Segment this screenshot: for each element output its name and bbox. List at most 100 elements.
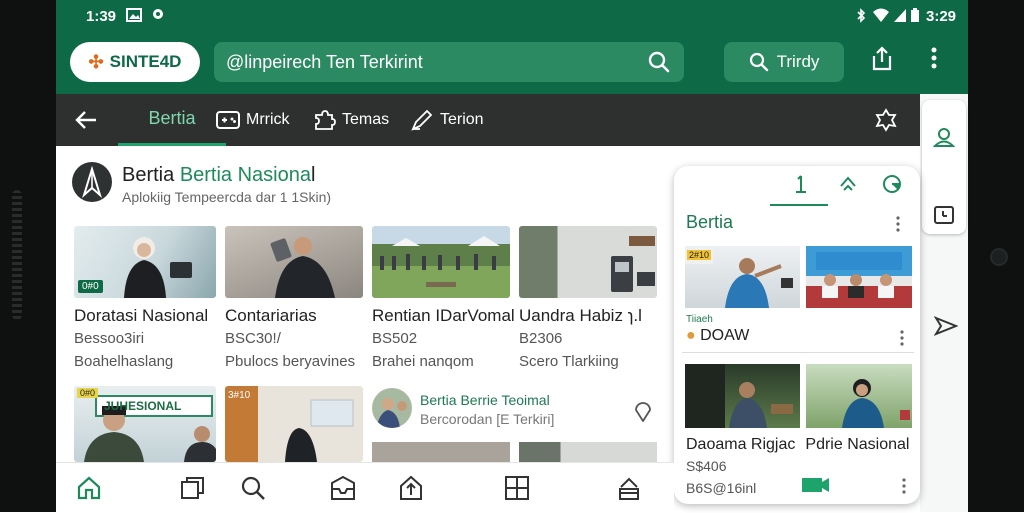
panel-item-title[interactable]: ● DOAW xyxy=(686,327,749,345)
panel-item-title[interactable]: Daoama Rigjac Pdrie Nasional xyxy=(686,436,909,454)
tab-label: Mrrick xyxy=(246,111,290,128)
more-vert-icon[interactable] xyxy=(900,330,904,346)
feed-subtitle: Aplokiig Tempeercda dar 1 1Skin) xyxy=(122,189,332,205)
panel-pointer xyxy=(872,150,888,166)
news-meta: Boahelhaslang xyxy=(74,353,174,370)
send-icon[interactable] xyxy=(934,316,958,336)
logo-mark-icon: ✣ xyxy=(88,51,104,72)
status-clock: 3:29 xyxy=(926,8,957,25)
news-badge: 0#0 xyxy=(77,388,99,398)
library-icon[interactable] xyxy=(180,475,206,501)
home-icon[interactable] xyxy=(76,475,102,501)
feed-title: Bertia Bertia Nasional xyxy=(122,164,316,186)
search-input[interactable]: @linpeirech Ten Terkirint xyxy=(214,42,684,82)
battery-icon xyxy=(910,8,920,23)
news-thumbnail[interactable]: 0#0 JUHESIONAL xyxy=(74,386,216,462)
logo-text: SINTE4D xyxy=(109,52,182,71)
news-meta: Pbulocs beryavines xyxy=(225,353,356,370)
news-title[interactable]: Doratasi Nasional xyxy=(74,306,208,326)
news-thumbnail[interactable]: 3#10 xyxy=(225,386,363,462)
gallery-icon xyxy=(126,8,142,22)
tab-label: Temas xyxy=(342,111,390,128)
tab-temas[interactable]: Temas xyxy=(312,94,389,146)
right-rail-card xyxy=(922,100,966,234)
panel-title: Bertia xyxy=(686,212,734,232)
panel-thumbnail[interactable] xyxy=(685,364,800,428)
store-icon[interactable] xyxy=(616,475,642,501)
tab-label: Bertia xyxy=(148,108,196,128)
bookmark-icon[interactable] xyxy=(634,400,652,422)
settings-puzzle-icon[interactable] xyxy=(874,108,898,132)
wifi-icon xyxy=(872,8,890,23)
app-bar: ✣ SINTE4D @linpeirech Ten Terkirint Trir… xyxy=(56,32,968,94)
status-time: 1:39 xyxy=(86,8,117,25)
download-icon[interactable] xyxy=(794,174,808,194)
tab-bertia[interactable]: Bertia xyxy=(118,94,226,146)
profile-icon[interactable] xyxy=(933,126,955,148)
back-arrow-icon[interactable] xyxy=(74,108,98,132)
tab-terion[interactable]: Terion xyxy=(410,94,484,146)
app-logo[interactable]: ✣ SINTE4D xyxy=(70,42,200,82)
bluetooth-icon xyxy=(856,8,866,23)
puzzle-icon xyxy=(312,109,336,131)
panel-thumbnail[interactable] xyxy=(806,364,912,428)
panel-badge: 2#10 xyxy=(687,250,712,260)
panel-thumbnail[interactable]: 2#10 xyxy=(685,246,800,308)
device-bezel-left xyxy=(0,0,56,512)
news-thumbnail[interactable] xyxy=(225,226,363,298)
device-speaker xyxy=(12,190,22,320)
panel-thumbnail[interactable] xyxy=(806,246,912,308)
location-icon xyxy=(152,8,164,22)
news-thumbnail[interactable] xyxy=(519,226,657,298)
globe-icon[interactable] xyxy=(882,174,902,194)
panel-divider xyxy=(682,352,914,353)
news-meta: B2306 xyxy=(519,330,563,347)
inline-item-subtitle: Bercorodan [E Terkiri] xyxy=(420,411,555,427)
news-title[interactable]: Uandra Habiz ɿ.l xyxy=(519,306,642,326)
more-vert-icon[interactable] xyxy=(902,478,906,494)
panel-item-tag: Tiiaeh xyxy=(686,314,713,325)
tab-bar: Bertia Mrrick Temas Terion xyxy=(56,94,920,146)
news-meta: BS502 xyxy=(372,330,418,347)
inline-item-avatar[interactable] xyxy=(372,388,412,428)
video-icon[interactable] xyxy=(802,476,830,494)
news-meta: Bessoo3iri xyxy=(74,330,145,347)
panel-item-meta: S$406 xyxy=(686,458,727,474)
news-thumbnail[interactable] xyxy=(372,442,510,464)
pen-icon xyxy=(410,109,434,131)
channel-avatar[interactable] xyxy=(72,162,112,202)
tab-label: Terion xyxy=(440,111,484,128)
inbox-icon[interactable] xyxy=(330,475,356,501)
device-camera xyxy=(990,248,1008,266)
share-icon[interactable] xyxy=(870,46,894,72)
panel-tab-indicator xyxy=(770,204,828,206)
news-meta: Scero Tlarkiing xyxy=(519,353,619,370)
news-banner-text: JUHESIONAL xyxy=(104,399,182,413)
fire-icon: ● xyxy=(686,327,696,344)
signal-icon xyxy=(893,8,907,23)
overlay-panel: Bertia 2#10 Tiiaeh ● DOAW Daoama Rigjac P… xyxy=(674,166,920,504)
news-badge: 0#0 xyxy=(78,280,103,293)
news-thumbnail[interactable] xyxy=(372,226,510,298)
inline-item-title[interactable]: Bertia Berrie Teoimal xyxy=(420,392,550,408)
refresh-icon[interactable] xyxy=(838,174,858,194)
gamepad-icon xyxy=(216,110,240,130)
grid-icon[interactable] xyxy=(504,475,530,501)
tab-mrrick[interactable]: Mrrick xyxy=(216,94,290,146)
bottom-nav xyxy=(56,462,674,513)
news-meta: BSC30!/ xyxy=(225,330,281,347)
more-vert-icon[interactable] xyxy=(896,216,900,232)
news-thumbnail[interactable] xyxy=(519,442,657,464)
panel-item-meta: B6S@16inl xyxy=(686,480,757,496)
news-thumbnail[interactable]: 0#0 xyxy=(74,226,216,298)
search-icon xyxy=(749,52,769,72)
search-icon[interactable] xyxy=(648,51,670,73)
trending-label: Trirdy xyxy=(776,52,820,71)
news-title[interactable]: Contariarias xyxy=(225,306,317,326)
upload-icon[interactable] xyxy=(398,475,424,501)
trending-button[interactable]: Trirdy xyxy=(724,42,844,82)
news-title[interactable]: Rentian IDarVomal xyxy=(372,306,515,326)
clock-icon[interactable] xyxy=(934,206,954,224)
more-options-icon[interactable] xyxy=(931,46,937,70)
search-icon[interactable] xyxy=(240,475,266,501)
